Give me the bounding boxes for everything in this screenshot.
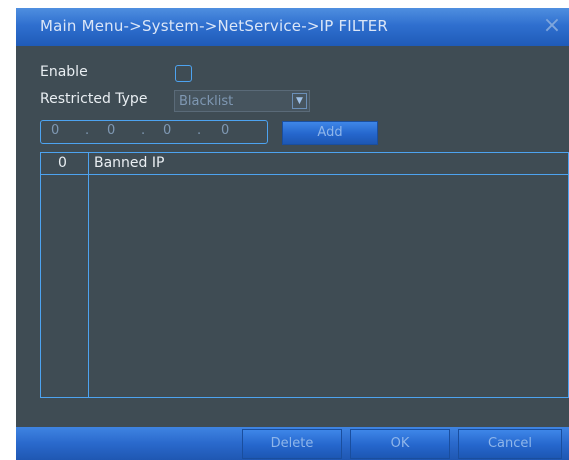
ip-octet-1[interactable]: 0 (51, 123, 59, 138)
banned-ip-column-header: Banned IP (94, 155, 165, 171)
ip-separator: . (85, 123, 90, 138)
restricted-type-select[interactable]: Blacklist ▼ (174, 90, 310, 112)
ip-separator: . (141, 123, 146, 138)
ip-filter-dialog: Main Menu->System->NetService->IP FILTER… (16, 8, 569, 460)
delete-button[interactable]: Delete (242, 429, 342, 459)
enable-checkbox[interactable] (175, 65, 192, 82)
enable-label: Enable (40, 64, 88, 80)
ok-button[interactable]: OK (350, 429, 450, 459)
dialog-title: Main Menu->System->NetService->IP FILTER (40, 17, 389, 35)
ip-separator: . (197, 123, 202, 138)
title-bar: Main Menu->System->NetService->IP FILTER… (16, 8, 569, 46)
close-icon[interactable]: × (541, 15, 563, 37)
index-column-header: 0 (58, 155, 67, 171)
button-bar: Delete OK Cancel (16, 427, 569, 460)
ip-octet-4[interactable]: 0 (221, 123, 229, 138)
ip-octet-2[interactable]: 0 (107, 123, 115, 138)
restricted-type-value: Blacklist (179, 94, 234, 109)
table-header: 0 Banned IP (41, 153, 568, 175)
column-divider (88, 153, 89, 397)
ip-octet-3[interactable]: 0 (163, 123, 171, 138)
restricted-type-label: Restricted Type (40, 91, 148, 107)
cancel-button[interactable]: Cancel (458, 429, 562, 459)
ip-address-input[interactable]: 0 . 0 . 0 . 0 (40, 120, 268, 144)
add-button[interactable]: Add (282, 121, 378, 145)
chevron-down-icon[interactable]: ▼ (292, 93, 307, 109)
banned-ip-table: 0 Banned IP (40, 152, 569, 398)
